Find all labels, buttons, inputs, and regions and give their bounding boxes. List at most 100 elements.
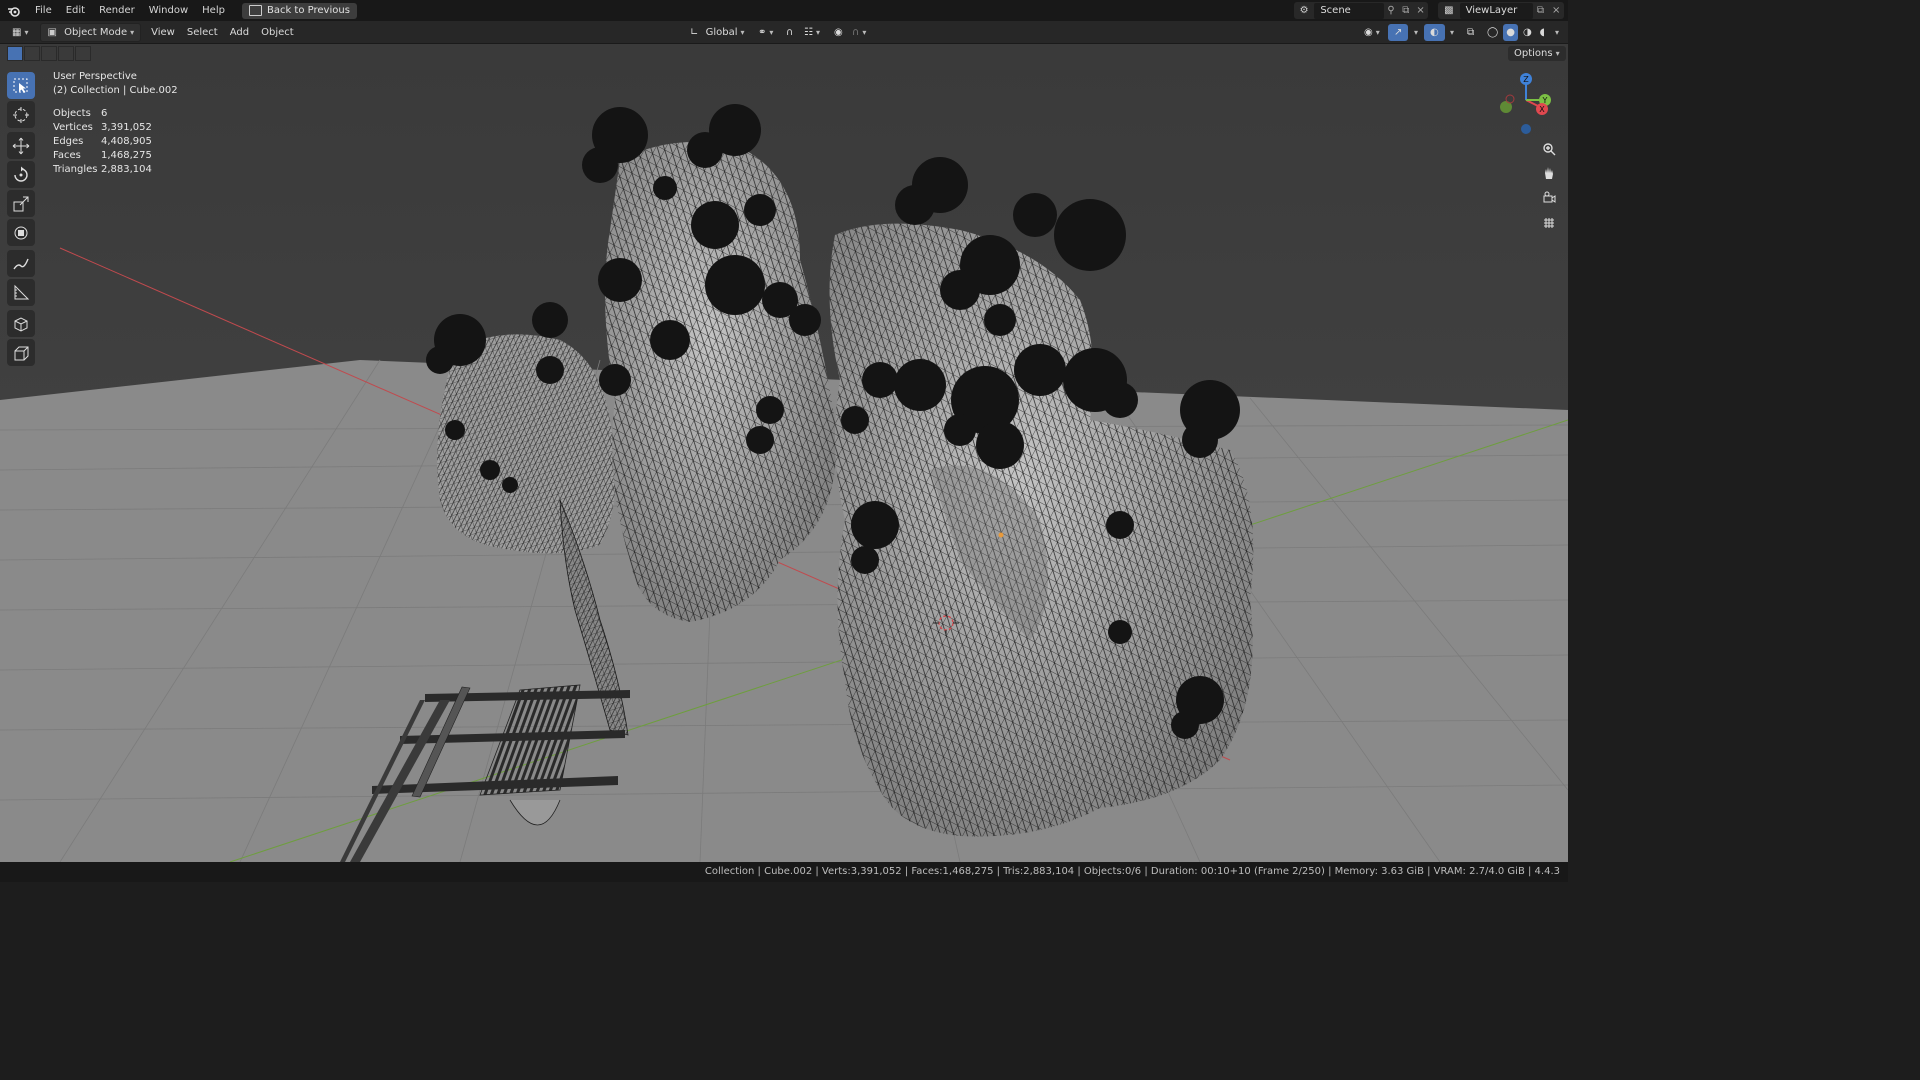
cursor-tool[interactable]: [7, 101, 35, 128]
gizmo-dropdown[interactable]: ▾: [1405, 24, 1424, 41]
header-menu-select[interactable]: Select: [181, 24, 224, 41]
header-menu-object[interactable]: Object: [255, 24, 300, 41]
solid-shading-icon[interactable]: ●: [1503, 24, 1518, 41]
select-box-tool[interactable]: [7, 72, 35, 99]
annotate-tool[interactable]: [7, 250, 35, 277]
view-layer-icon: ▩: [1444, 5, 1454, 16]
scale-tool[interactable]: [7, 190, 35, 217]
falloff-dropdown[interactable]: ∩ ▾: [846, 24, 872, 41]
select-extend-icon[interactable]: [24, 46, 40, 61]
visibility-dropdown[interactable]: ◉ ▾: [1358, 24, 1386, 41]
header-menus: View Select Add Object: [145, 24, 300, 41]
transform-icon: [14, 226, 28, 239]
menu-render[interactable]: Render: [92, 0, 142, 21]
select-new-icon[interactable]: [7, 46, 23, 61]
gizmo-neg-z-icon[interactable]: [1521, 124, 1531, 134]
back-to-previous-button[interactable]: Back to Previous: [241, 2, 357, 19]
xray-toggle[interactable]: ⧉: [1461, 24, 1480, 41]
view-layer-selector[interactable]: ▩ ViewLayer ⧉ ×: [1438, 2, 1564, 19]
stat-value: 6: [101, 108, 108, 119]
snap-target-dropdown[interactable]: ☷ ▾: [798, 24, 826, 41]
navigation-gizmo[interactable]: Z Y X: [1497, 70, 1557, 140]
annotate-icon: [13, 258, 29, 269]
options-label: Options: [1514, 48, 1553, 59]
gizmo-neg-x-icon[interactable]: [1505, 94, 1515, 104]
header-menu-add[interactable]: Add: [224, 24, 255, 41]
camera-view-icon[interactable]: [1538, 187, 1560, 209]
blender-logo-icon[interactable]: [0, 0, 28, 21]
status-bar: Collection | Cube.002 | Verts:3,391,052 …: [0, 862, 1568, 882]
select-intersect-icon[interactable]: [75, 46, 91, 61]
menu-help[interactable]: Help: [195, 0, 232, 21]
view-layer-field[interactable]: ViewLayer: [1459, 2, 1533, 19]
zoom-icon[interactable]: [1538, 138, 1560, 160]
object-mode-icon: ▣: [47, 26, 57, 38]
overlays-dropdown[interactable]: ▾: [1441, 24, 1460, 41]
snap-target-icon: ☷: [804, 26, 813, 38]
add-cube-icon: [14, 316, 28, 332]
scene-selector[interactable]: ⚙ Scene ⚲ ⧉ ×: [1294, 2, 1428, 19]
transform-orientation-dropdown[interactable]: ∟ Global ▾: [684, 24, 751, 41]
stat-value: 1,468,275: [101, 150, 152, 161]
pivot-icon: ⚭: [758, 26, 767, 38]
selection-mode-buttons: [7, 46, 91, 61]
xray-icon: ⧉: [1467, 26, 1475, 38]
select-box-icon: [13, 78, 28, 93]
rotate-tool[interactable]: [7, 161, 35, 188]
snap-toggle[interactable]: ∩: [780, 24, 799, 41]
gizmo-x-label: X: [1539, 105, 1545, 114]
stat-row-vertices: Vertices 3,391,052: [53, 121, 152, 135]
mode-dropdown[interactable]: ▣ Object Mode ▾: [40, 22, 142, 42]
copy-layer-icon[interactable]: ⧉: [1533, 5, 1549, 16]
measure-icon: [14, 284, 30, 299]
move-icon: [12, 137, 30, 154]
3d-viewport[interactable]: Options ▾: [0, 44, 1568, 862]
copy-icon[interactable]: ⧉: [1398, 5, 1413, 16]
header-menu-view[interactable]: View: [145, 24, 181, 41]
screen-icon: [248, 5, 262, 16]
options-dropdown[interactable]: Options ▾: [1508, 46, 1566, 61]
wireframe-shading-icon[interactable]: ◯: [1484, 24, 1501, 41]
shading-modes: ◯ ● ◑ ◖: [1484, 24, 1548, 41]
grid-view-icon[interactable]: [1538, 212, 1560, 234]
transform-tool[interactable]: [7, 219, 35, 246]
editor-type-icon: ▦: [12, 26, 22, 38]
menu-window[interactable]: Window: [142, 0, 195, 21]
scene-field[interactable]: Scene: [1314, 2, 1384, 19]
select-subtract-icon[interactable]: [41, 46, 57, 61]
pin-icon[interactable]: ⚲: [1384, 5, 1399, 16]
tool-shelf: [7, 72, 38, 368]
close-icon[interactable]: ×: [1413, 5, 1428, 16]
top-menu-bar: File Edit Render Window Help Back to Previou…: [0, 0, 1568, 21]
editor-type-button[interactable]: ▦ ▾: [6, 24, 34, 41]
stat-row-triangles: Triangles 2,883,104: [53, 163, 152, 177]
close-layer-icon[interactable]: ×: [1548, 5, 1564, 16]
scene-icon: ⚙: [1299, 5, 1309, 16]
back-to-previous-label: Back to Previous: [266, 5, 350, 16]
perspective-label: User Perspective: [53, 71, 137, 82]
stat-value: 2,883,104: [101, 164, 152, 175]
move-tool[interactable]: [7, 132, 35, 159]
menu-file[interactable]: File: [28, 0, 59, 21]
stat-row-faces: Faces 1,468,275: [53, 149, 152, 163]
add-cube-tool[interactable]: [7, 310, 35, 337]
material-shading-icon[interactable]: ◑: [1520, 24, 1535, 41]
rotate-icon: [14, 166, 28, 182]
stat-row-objects: Objects 6: [53, 107, 152, 121]
stat-row-edges: Edges 4,408,905: [53, 135, 152, 149]
pan-hand-icon[interactable]: [1538, 162, 1560, 184]
viewport-info: User Perspective (2) Collection | Cube.0…: [53, 70, 178, 98]
collection-label: (2) Collection | Cube.002: [53, 85, 178, 96]
extrude-tool[interactable]: [7, 339, 35, 366]
stat-label: Vertices: [53, 122, 93, 133]
status-text: Collection | Cube.002 | Verts:3,391,052 …: [704, 866, 1560, 877]
stat-label: Triangles: [53, 164, 98, 175]
viewport-header: ▦ ▾ ▣ Object Mode ▾ View Select Add Object ∟ …: [0, 21, 1568, 44]
scene-statistics: Objects 6 Vertices 3,391,052 Edges 4,408,905 F…: [53, 107, 152, 177]
pivot-point-dropdown[interactable]: ⚭ ▾: [752, 24, 779, 41]
measure-tool[interactable]: [7, 279, 35, 306]
orientation-label: Global: [705, 26, 738, 38]
select-invert-icon[interactable]: [58, 46, 74, 61]
menu-edit[interactable]: Edit: [59, 0, 92, 21]
shading-dropdown[interactable]: ▾: [1546, 24, 1565, 41]
